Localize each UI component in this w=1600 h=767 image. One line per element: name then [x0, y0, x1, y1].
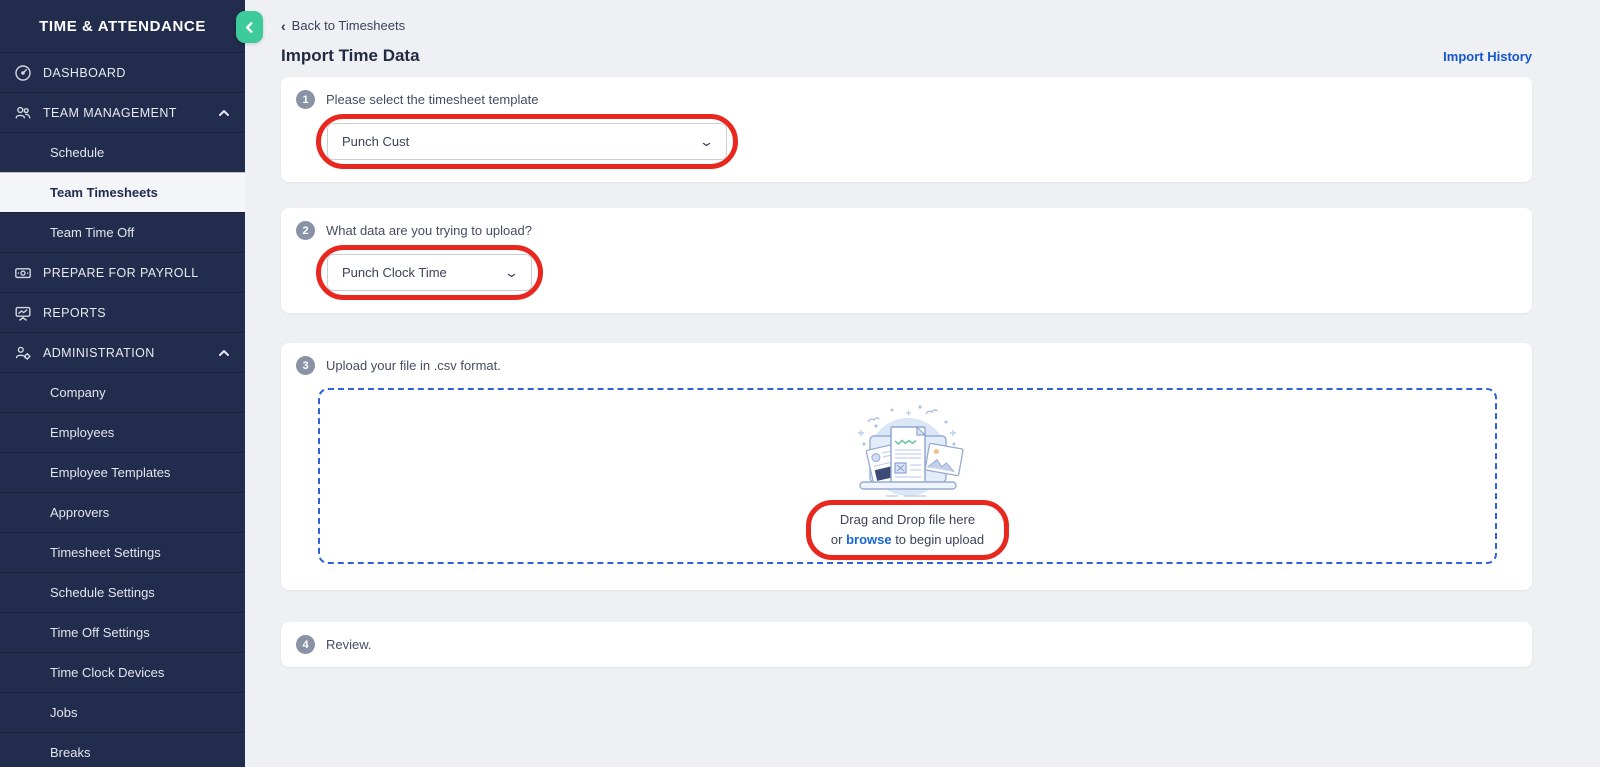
sidebar-item-administration[interactable]: ADMINISTRATION — [0, 332, 245, 372]
sidebar-item-schedule[interactable]: Schedule — [0, 132, 245, 172]
sidebar-item-team-timesheets[interactable]: Team Timesheets — [0, 172, 245, 212]
app-window: TIME & ATTENDANCE DASHBOARD TEAM MANAGEM… — [0, 0, 1600, 767]
upload-illustration — [828, 400, 988, 500]
step1-badge: 1 — [296, 90, 315, 109]
chevron-down-icon: ⌄ — [504, 265, 519, 281]
sidebar-item-label: Breaks — [50, 745, 90, 760]
step4-header: 4 Review. — [296, 635, 1517, 654]
app-title: TIME & ATTENDANCE — [0, 0, 245, 52]
administration-icon — [14, 344, 32, 362]
chevron-left-icon: ‹ — [281, 19, 286, 33]
back-to-timesheets-link[interactable]: ‹ Back to Timesheets — [281, 0, 405, 33]
sidebar-item-breaks[interactable]: Breaks — [0, 732, 245, 767]
sidebar-item-label: Approvers — [50, 505, 109, 520]
chevron-up-icon — [217, 346, 231, 360]
sidebar-item-label: TEAM MANAGEMENT — [43, 106, 177, 120]
sidebar-item-label: ADMINISTRATION — [43, 346, 155, 360]
sidebar-item-schedule-settings[interactable]: Schedule Settings — [0, 572, 245, 612]
sidebar-item-label: Company — [50, 385, 106, 400]
sidebar-item-label: PREPARE FOR PAYROLL — [43, 266, 199, 280]
sidebar-item-dashboard[interactable]: DASHBOARD — [0, 52, 245, 92]
browse-link[interactable]: browse — [846, 532, 892, 547]
sidebar-item-label: DASHBOARD — [43, 66, 126, 80]
sidebar-item-label: Schedule Settings — [50, 585, 155, 600]
step1-label: Please select the timesheet template — [326, 92, 538, 107]
back-link-label: Back to Timesheets — [292, 18, 405, 33]
sidebar-item-time-off-settings[interactable]: Time Off Settings — [0, 612, 245, 652]
sidebar-item-time-clock-devices[interactable]: Time Clock Devices — [0, 652, 245, 692]
sidebar-item-employees[interactable]: Employees — [0, 412, 245, 452]
step2-badge: 2 — [296, 221, 315, 240]
sidebar-item-team-time-off[interactable]: Team Time Off — [0, 212, 245, 252]
step4-badge: 4 — [296, 635, 315, 654]
sidebar-item-jobs[interactable]: Jobs — [0, 692, 245, 732]
timesheet-template-select[interactable]: Punch Cust ⌄ — [327, 123, 727, 160]
drop-suffix-text: to begin upload — [892, 532, 985, 547]
step2-card: 2 What data are you trying to upload? Pu… — [281, 208, 1532, 313]
timesheet-template-value: Punch Cust — [342, 134, 409, 149]
step3-card: 3 Upload your file in .csv format. — [281, 343, 1532, 590]
annotation-oval-step1: Punch Cust ⌄ — [316, 114, 738, 169]
sidebar-item-reports[interactable]: REPORTS — [0, 292, 245, 332]
reports-icon — [14, 304, 32, 322]
sidebar-collapse-button[interactable] — [236, 11, 263, 43]
upload-data-type-select[interactable]: Punch Clock Time ⌄ — [327, 254, 532, 291]
sidebar-item-label: Team Timesheets — [50, 185, 158, 200]
import-history-link[interactable]: Import History — [1443, 49, 1532, 64]
step4-card: 4 Review. — [281, 622, 1532, 667]
step1-header: 1 Please select the timesheet template — [296, 90, 1517, 109]
sidebar-item-approvers[interactable]: Approvers — [0, 492, 245, 532]
drop-or-text: or — [831, 532, 846, 547]
annotation-oval-drop: Drag and Drop file here or browse to beg… — [806, 500, 1009, 560]
step1-card: 1 Please select the timesheet template P… — [281, 77, 1532, 182]
sidebar-item-company[interactable]: Company — [0, 372, 245, 412]
sidebar-item-timesheet-settings[interactable]: Timesheet Settings — [0, 532, 245, 572]
sidebar-item-label: REPORTS — [43, 306, 106, 320]
sidebar: TIME & ATTENDANCE DASHBOARD TEAM MANAGEM… — [0, 0, 245, 767]
team-icon — [14, 104, 32, 122]
step3-badge: 3 — [296, 356, 315, 375]
step2-label: What data are you trying to upload? — [326, 223, 532, 238]
sidebar-item-label: Time Off Settings — [50, 625, 150, 640]
payroll-icon — [14, 264, 32, 282]
step4-label: Review. — [326, 637, 372, 652]
page-header: Import Time Data Import History — [281, 46, 1532, 66]
step2-header: 2 What data are you trying to upload? — [296, 221, 1517, 240]
sidebar-item-label: Timesheet Settings — [50, 545, 161, 560]
chevron-left-icon — [243, 21, 256, 34]
step3-header: 3 Upload your file in .csv format. — [296, 356, 1517, 375]
sidebar-item-label: Schedule — [50, 145, 104, 160]
sidebar-item-prepare-for-payroll[interactable]: PREPARE FOR PAYROLL — [0, 252, 245, 292]
sidebar-item-label: Team Time Off — [50, 225, 134, 240]
sidebar-item-team-management[interactable]: TEAM MANAGEMENT — [0, 92, 245, 132]
sidebar-item-label: Jobs — [50, 705, 77, 720]
annotation-oval-step2: Punch Clock Time ⌄ — [316, 245, 543, 300]
chevron-down-icon: ⌄ — [699, 134, 714, 150]
sidebar-item-label: Employees — [50, 425, 114, 440]
sidebar-item-employee-templates[interactable]: Employee Templates — [0, 452, 245, 492]
dashboard-icon — [14, 64, 32, 82]
upload-data-type-value: Punch Clock Time — [342, 265, 447, 280]
main-content: ‹ Back to Timesheets Import Time Data Im… — [245, 0, 1600, 767]
step3-label: Upload your file in .csv format. — [326, 358, 501, 373]
page-title: Import Time Data — [281, 46, 420, 66]
sidebar-item-label: Time Clock Devices — [50, 665, 164, 680]
file-dropzone[interactable]: Drag and Drop file here or browse to beg… — [318, 388, 1497, 564]
drop-text-line1: Drag and Drop file here — [831, 510, 984, 530]
drop-text-line2: or browse to begin upload — [831, 530, 984, 550]
chevron-up-icon — [217, 106, 231, 120]
sidebar-item-label: Employee Templates — [50, 465, 170, 480]
